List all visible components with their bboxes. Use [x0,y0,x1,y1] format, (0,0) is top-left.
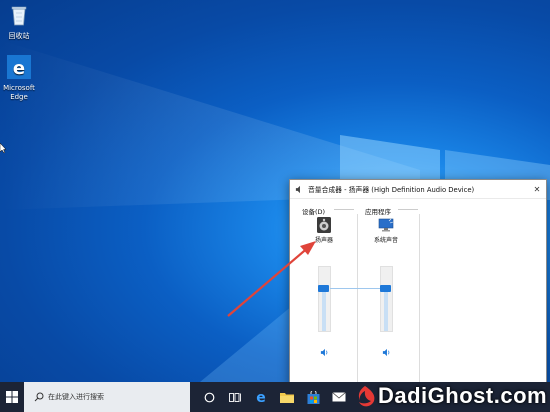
task-view-button[interactable] [222,382,248,412]
sync-line [330,288,380,290]
desktop-icon-label: 回收站 [8,32,30,40]
title-bar[interactable]: 音量合成器 - 扬声器 (High Definition Audio Devic… [290,180,546,199]
search-icon [34,392,44,402]
taskbar-mail-button[interactable] [326,382,352,412]
edge-icon: e [256,390,266,404]
speaker-mute-button[interactable] [320,348,329,357]
folder-icon [280,393,294,403]
cortana-icon [204,392,214,402]
column-separator [419,214,420,384]
taskbar-search-box[interactable]: 在此键入进行搜索 [24,382,190,412]
windows-start-icon [6,391,18,403]
app-column-system-sounds: 系统声音 [364,216,408,244]
devices-label[interactable]: 设备(D) [302,206,325,216]
window-title: 音量合成器 - 扬声器 (High Definition Audio Devic… [308,186,475,194]
cortana-button[interactable] [196,382,222,412]
taskbar-file-explorer-button[interactable] [274,382,300,412]
edge-icon: e [7,55,31,79]
speaker-device-icon[interactable] [316,216,332,234]
task-view-icon [228,392,241,402]
watermark-text: DadiGhost.com [378,383,548,408]
slider-fill [322,289,326,331]
speaker-volume-slider[interactable] [318,266,331,332]
app-name: 系统声音 [373,237,398,244]
system-sounds-mute-button[interactable] [382,348,391,357]
system-sounds-volume-thumb[interactable] [380,285,391,293]
system-sounds-icon[interactable] [377,216,395,234]
recycle-bin-icon [11,6,27,26]
mouse-cursor-icon [0,143,7,153]
system-sounds-volume-slider[interactable] [380,266,393,332]
desktop-icon-recycle-bin[interactable]: 回收站 [0,3,42,41]
taskbar-store-button[interactable] [300,382,326,412]
volume-mixer-window[interactable]: 音量合成器 - 扬声器 (High Definition Audio Devic… [289,179,547,387]
divider [398,209,418,210]
svg-text:e: e [13,58,25,79]
device-name: 扬声器 [314,237,333,244]
start-button[interactable] [0,382,24,412]
close-button[interactable]: ✕ [530,182,544,196]
taskbar-edge-button[interactable]: e [248,382,274,412]
mail-icon [332,392,346,402]
search-placeholder: 在此键入进行搜索 [48,393,104,401]
apps-label: 应用程序 [365,208,391,216]
divider [334,209,354,210]
speaker-volume-thumb[interactable] [318,285,329,293]
column-separator [357,214,358,384]
svg-text:e: e [256,390,266,404]
watermark-logo [358,386,375,407]
desktop-icon-label: Microsoft Edge [3,84,35,101]
device-column-speaker: 扬声器 [302,216,346,244]
store-icon [307,390,319,404]
desktop-icon-edge[interactable]: e Microsoft Edge [0,55,42,102]
speaker-icon [295,185,300,193]
slider-fill [384,289,388,331]
close-icon: ✕ [533,184,541,194]
